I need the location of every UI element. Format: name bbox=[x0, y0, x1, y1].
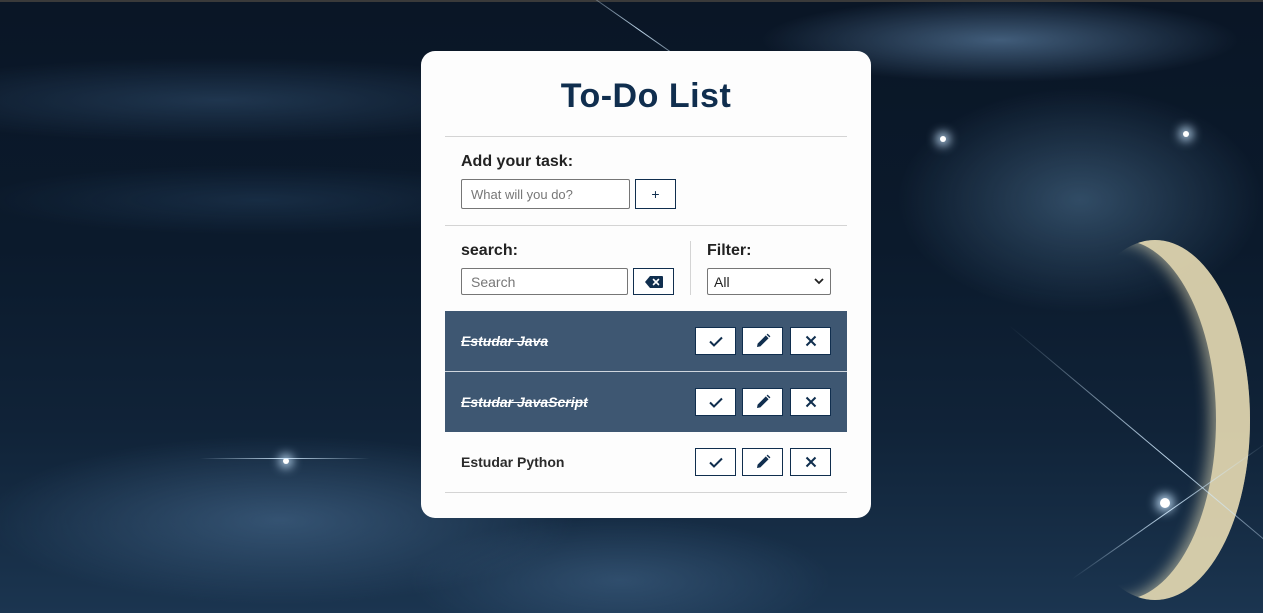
moon-decoration bbox=[1060, 240, 1250, 600]
divider bbox=[445, 225, 847, 226]
chevron-down-icon bbox=[814, 278, 824, 285]
backspace-icon bbox=[644, 275, 663, 288]
close-icon bbox=[805, 456, 816, 468]
todo-text: Estudar Python bbox=[461, 454, 565, 470]
close-icon bbox=[805, 335, 816, 347]
check-icon bbox=[708, 336, 723, 347]
pencil-icon bbox=[756, 394, 770, 408]
remove-todo-button[interactable] bbox=[790, 327, 831, 355]
check-icon bbox=[708, 397, 723, 408]
todo-item: Estudar Python bbox=[445, 432, 847, 492]
close-icon bbox=[805, 396, 816, 408]
light-ray-decoration bbox=[200, 458, 370, 459]
pencil-icon bbox=[756, 454, 770, 468]
add-task-label: Add your task: bbox=[461, 153, 574, 170]
todo-text: Estudar Java bbox=[461, 333, 549, 349]
todo-item: Estudar Java bbox=[445, 311, 847, 371]
pencil-icon bbox=[756, 333, 770, 347]
add-task-button[interactable]: + bbox=[635, 179, 676, 209]
page-title: To-Do List bbox=[560, 77, 732, 115]
remove-todo-button[interactable] bbox=[790, 448, 831, 476]
filter-label: Filter: bbox=[707, 242, 752, 259]
edit-todo-button[interactable] bbox=[742, 388, 783, 416]
star-decoration bbox=[1160, 498, 1170, 508]
edit-todo-button[interactable] bbox=[742, 327, 783, 355]
star-decoration bbox=[940, 136, 946, 142]
finish-todo-button[interactable] bbox=[695, 327, 736, 355]
window-top-border bbox=[0, 0, 1263, 2]
search-label: search: bbox=[461, 242, 518, 259]
divider bbox=[445, 136, 847, 137]
finish-todo-button[interactable] bbox=[695, 388, 736, 416]
edit-todo-button[interactable] bbox=[742, 448, 783, 476]
star-decoration bbox=[1183, 131, 1189, 137]
todo-text: Estudar JavaScript bbox=[461, 394, 588, 410]
todo-card: To-Do List Add your task: + search: Filt… bbox=[421, 51, 871, 518]
check-icon bbox=[708, 457, 723, 468]
remove-todo-button[interactable] bbox=[790, 388, 831, 416]
finish-todo-button[interactable] bbox=[695, 448, 736, 476]
clear-search-button[interactable] bbox=[633, 268, 674, 295]
search-input[interactable] bbox=[461, 268, 628, 295]
add-task-input[interactable] bbox=[461, 179, 630, 209]
todo-item: Estudar JavaScript bbox=[445, 372, 847, 432]
divider bbox=[445, 492, 847, 493]
search-filter-divider bbox=[690, 241, 691, 295]
filter-selected-value: All bbox=[714, 273, 730, 290]
filter-select[interactable]: All bbox=[707, 268, 831, 295]
